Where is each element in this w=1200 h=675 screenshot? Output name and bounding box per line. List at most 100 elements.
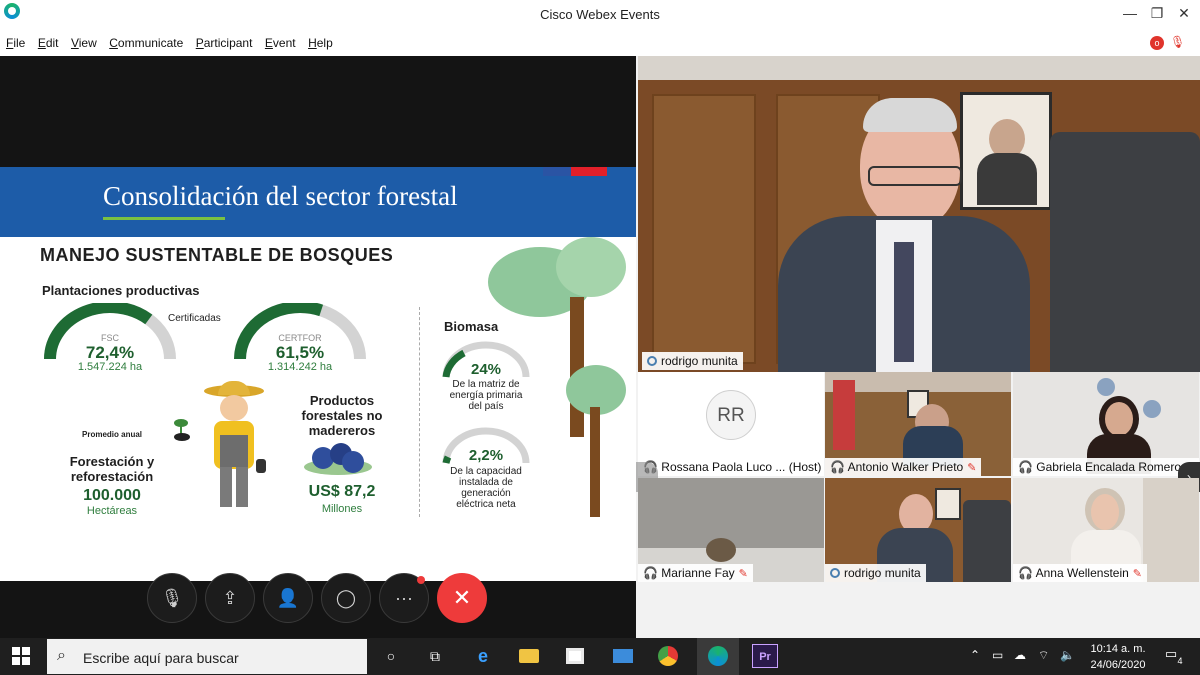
- minimize-button[interactable]: —: [1118, 3, 1142, 23]
- share-icon: ⇪: [222, 588, 238, 608]
- microphone-icon: 🎧: [643, 566, 662, 580]
- cloud-icon[interactable]: ☁: [1014, 648, 1026, 662]
- edge-browser-icon[interactable]: e: [470, 644, 496, 668]
- biomasa-desc-3: del país: [468, 401, 504, 412]
- slide-divider: [419, 307, 420, 517]
- tree-trunk: [590, 407, 600, 517]
- flag-stripe-red: [571, 167, 607, 176]
- microphone-muted-icon: ✎: [738, 568, 748, 580]
- avatar: RR: [706, 390, 756, 440]
- end-call-button[interactable]: ✕: [437, 573, 487, 623]
- promedio-label: Promedio anual: [82, 430, 143, 439]
- slide-title: Consolidación del sector forestal: [103, 181, 458, 211]
- chair-back: [1050, 132, 1200, 372]
- participants-icon: 👤: [276, 588, 300, 608]
- recording-badge[interactable]: o: [1150, 36, 1164, 50]
- capacidad-desc-1: De la capacidad: [450, 466, 522, 477]
- biomasa-desc-2: energía primaria: [449, 390, 523, 401]
- clock-date[interactable]: 24/06/2020: [1078, 659, 1158, 671]
- glasses-icon: [868, 166, 962, 186]
- productos-label-3: madereros: [308, 423, 376, 438]
- content-stage: Consolidación del sector forestal MANEJO…: [0, 56, 636, 638]
- mail-icon[interactable]: [610, 644, 636, 668]
- participant-tile[interactable]: 🎧 Gabriela Encalada Romero✎: [1013, 372, 1199, 476]
- title-bar: Cisco Webex Events — ❐ ✕: [0, 0, 1200, 30]
- microphone-icon: 🎧: [830, 460, 848, 474]
- menu-view[interactable]: View: [71, 30, 97, 56]
- menu-participant[interactable]: Participant: [196, 30, 253, 56]
- more-icon: ···: [395, 588, 413, 608]
- title-underline: [103, 217, 225, 220]
- menu-event[interactable]: Event: [265, 30, 296, 56]
- wifi-icon[interactable]: ⌔: [1038, 648, 1049, 663]
- chat-icon: ◯: [335, 588, 357, 608]
- microphone-muted-icon[interactable]: 🎙: [1170, 35, 1185, 49]
- biomasa-label: Biomasa: [444, 319, 499, 334]
- participant-tile[interactable]: rodrigo munita: [825, 478, 1011, 582]
- cortana-icon[interactable]: ○: [378, 644, 404, 668]
- notification-count: 4: [1177, 656, 1183, 666]
- certfor-label: CERTFOR: [278, 333, 322, 343]
- farmer-illustration-icon: [194, 381, 276, 513]
- participants-button[interactable]: 👤: [263, 573, 313, 623]
- taskbar-search-box[interactable]: ⌕ Escribe aquí para buscar: [47, 639, 367, 674]
- fsc-label: FSC: [101, 333, 119, 343]
- premiere-icon[interactable]: Pr: [752, 644, 778, 668]
- microphone-muted-icon: 🎙: [160, 588, 184, 608]
- shared-slide: Consolidación del sector forestal MANEJO…: [0, 167, 636, 581]
- participant-tile[interactable]: 🎧 Marianne Fay ✎: [638, 478, 824, 582]
- windows-start-icon[interactable]: [12, 647, 30, 665]
- participant-name-tag: 🎧 Marianne Fay ✎: [638, 564, 753, 582]
- clock-time[interactable]: 10:14 a. m.: [1078, 643, 1158, 655]
- chrome-icon[interactable]: [656, 644, 682, 668]
- blueberries-icon: [304, 443, 372, 477]
- search-placeholder: Escribe aquí para buscar: [83, 650, 239, 666]
- mute-button[interactable]: 🎙: [147, 573, 197, 623]
- capacidad-desc-4: eléctrica neta: [456, 499, 516, 510]
- volume-icon[interactable]: 🔈: [1060, 648, 1075, 662]
- productos-value: US$ 87,2: [308, 483, 376, 500]
- battery-icon[interactable]: ▭: [992, 648, 1003, 662]
- seedling-icon: [170, 419, 192, 441]
- menu-edit[interactable]: Edit: [38, 30, 59, 56]
- participant-tile[interactable]: 🎧 Anna Wellenstein ✎: [1013, 478, 1199, 582]
- biomasa-desc-1: De la matriz de: [452, 379, 520, 390]
- active-speaker-video[interactable]: rodrigo munita: [638, 56, 1200, 372]
- participant-name-tag: 🎧 Rossana Paola Luco ... (Host)✎: [638, 458, 824, 476]
- restore-button[interactable]: ❐: [1145, 3, 1169, 23]
- menu-file[interactable]: File: [6, 30, 25, 56]
- capacidad-desc-3: generación: [461, 488, 511, 499]
- microphone-icon: 🎧: [1018, 566, 1036, 580]
- plantaciones-label: Plantaciones productivas: [42, 283, 200, 298]
- microphone-muted-icon: ✎: [1132, 568, 1143, 580]
- forestacion-value: 100.000: [83, 487, 141, 504]
- portrait-frame: [960, 92, 1052, 210]
- menu-communicate[interactable]: Communicate: [109, 30, 183, 56]
- capacidad-desc-2: instalada de: [459, 477, 513, 488]
- productos-label-2: forestales no: [301, 408, 383, 423]
- participant-tile[interactable]: RR 🎧 Rossana Paola Luco ... (Host)✎: [638, 372, 824, 476]
- webex-taskbar-active[interactable]: [697, 638, 739, 675]
- participant-name-tag: 🎧 Gabriela Encalada Romero✎: [1013, 458, 1199, 476]
- flag-stripe-blue: [543, 167, 571, 176]
- certfor-value: 61,5%: [275, 343, 325, 362]
- close-button[interactable]: ✕: [1172, 3, 1196, 23]
- forestacion-label-1: Forestación y: [69, 454, 155, 469]
- participant-name-tag: rodrigo munita: [825, 564, 926, 582]
- microphone-muted-icon: ✎: [967, 462, 977, 474]
- certfor-area: 1.314.242 ha: [267, 361, 333, 373]
- fsc-value: 72,4%: [85, 343, 135, 362]
- participant-tile[interactable]: 🎧 Antonio Walker Prieto ✎: [825, 372, 1011, 476]
- window-title: Cisco Webex Events: [540, 7, 660, 22]
- chevron-up-icon[interactable]: ⌃: [970, 648, 980, 662]
- connected-audio-icon: [830, 568, 840, 578]
- menu-bar: File Edit View Communicate Participant E…: [0, 30, 1200, 56]
- productos-unit: Millones: [321, 503, 363, 515]
- menu-help[interactable]: Help: [308, 30, 333, 56]
- active-speaker-name-tag: rodrigo munita: [642, 352, 743, 370]
- chat-button[interactable]: ◯: [321, 573, 371, 623]
- task-view-icon[interactable]: ⧉: [422, 644, 448, 668]
- microsoft-store-icon[interactable]: [562, 644, 588, 668]
- share-button[interactable]: ⇪: [205, 573, 255, 623]
- file-explorer-icon[interactable]: [516, 644, 542, 668]
